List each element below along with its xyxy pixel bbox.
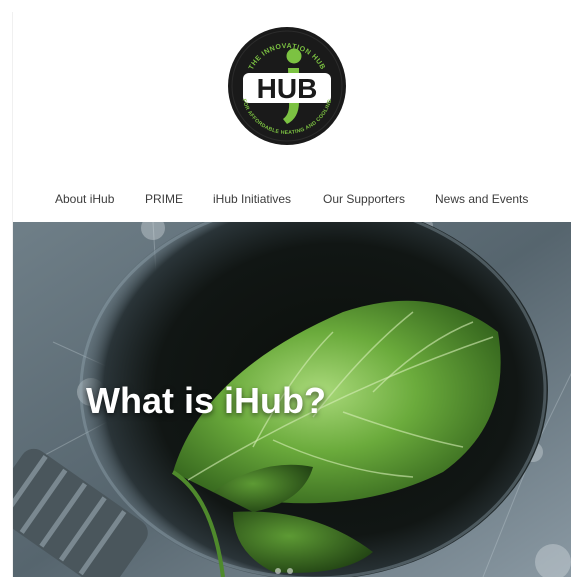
site-header: HUB THE INNOVATION HUB FOR AFFORDABLE HE… xyxy=(13,12,571,222)
logo-hub-text: HUB xyxy=(257,73,318,104)
nav-item-about-ihub[interactable]: About iHub xyxy=(55,192,114,206)
nav-item-news-and-events[interactable]: News and Events xyxy=(435,192,528,206)
page-frame: HUB THE INNOVATION HUB FOR AFFORDABLE HE… xyxy=(12,12,571,577)
nav-item-our-supporters[interactable]: Our Supporters xyxy=(323,192,405,206)
ihub-logo[interactable]: HUB THE INNOVATION HUB FOR AFFORDABLE HE… xyxy=(227,26,347,146)
slider-dot-1[interactable] xyxy=(275,568,281,574)
nav-item-ihub-initiatives[interactable]: iHub Initiatives xyxy=(213,192,291,206)
hero-banner: What is iHub? xyxy=(13,222,571,577)
main-nav: About iHub PRIME iHub Initiatives Our Su… xyxy=(13,192,571,216)
slider-dot-2[interactable] xyxy=(287,568,293,574)
hero-title: What is iHub? xyxy=(86,380,326,421)
nav-item-prime[interactable]: PRIME xyxy=(145,192,183,206)
